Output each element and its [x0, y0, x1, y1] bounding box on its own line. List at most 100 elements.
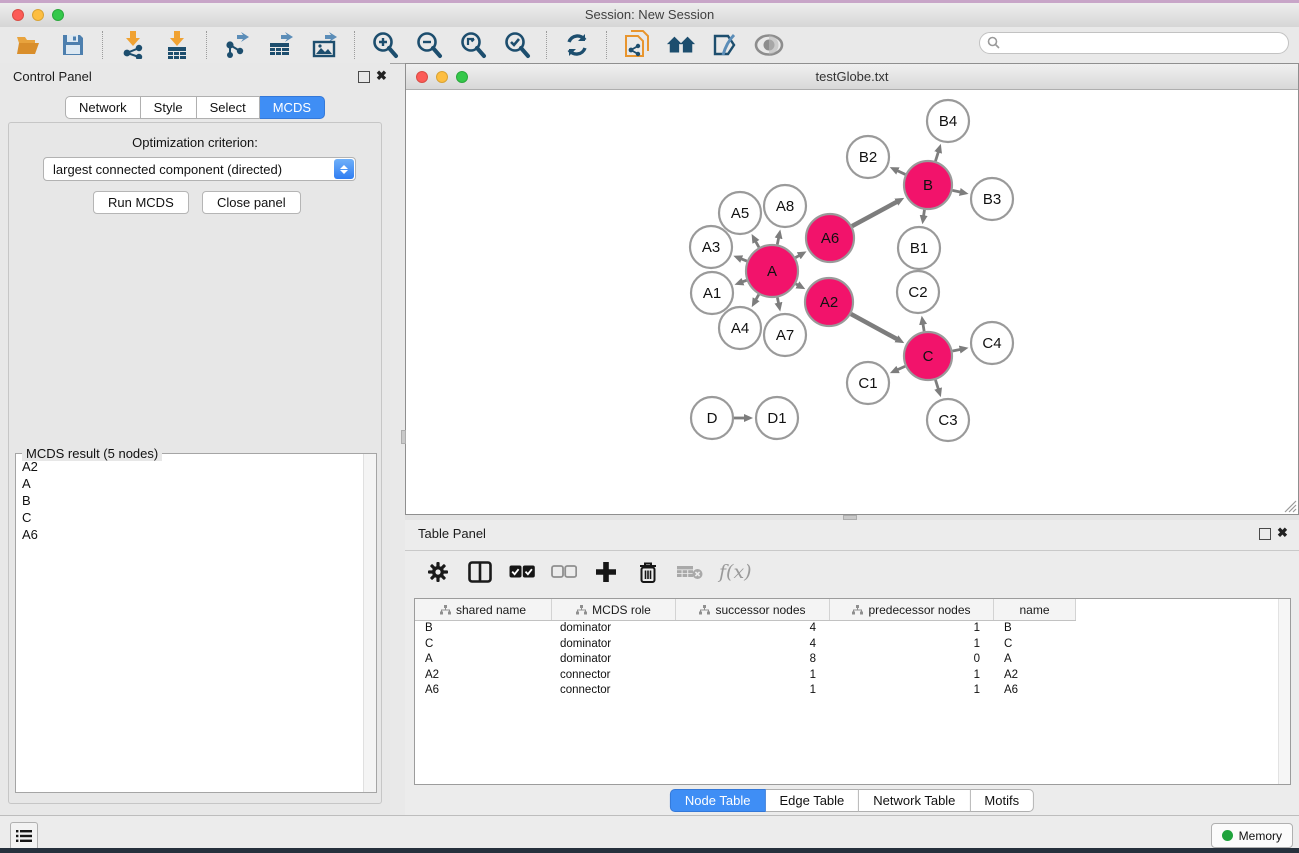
mcds-result-item[interactable]: C	[16, 509, 364, 526]
table-cell[interactable]: A2	[994, 668, 1076, 684]
table-cell[interactable]: A	[415, 652, 552, 668]
table-cell[interactable]: connector	[552, 668, 676, 684]
network-window-titlebar[interactable]: testGlobe.txt	[406, 64, 1298, 90]
table-cell[interactable]: 4	[676, 637, 830, 653]
tab-network-table[interactable]: Network Table	[859, 789, 970, 812]
table-cell[interactable]: A6	[994, 683, 1076, 699]
table-cell[interactable]: dominator	[552, 652, 676, 668]
save-session-icon[interactable]	[58, 30, 88, 60]
table-cell[interactable]: connector	[552, 683, 676, 699]
table-cell[interactable]: 1	[830, 683, 994, 699]
graph-edge[interactable]	[897, 366, 905, 370]
hide-labels-icon[interactable]	[710, 30, 740, 60]
table-cell[interactable]: dominator	[552, 637, 676, 653]
tab-motifs[interactable]: Motifs	[970, 789, 1034, 812]
table-cell[interactable]: B	[415, 621, 552, 637]
zoom-selected-icon[interactable]	[502, 30, 532, 60]
graph-edge[interactable]	[924, 210, 925, 217]
table-row[interactable]: Adominator80A	[415, 652, 1290, 668]
table-cell[interactable]: 1	[676, 683, 830, 699]
select-all-checks-icon[interactable]	[509, 559, 535, 585]
mcds-result-item[interactable]: B	[16, 492, 364, 509]
table-scrollbar[interactable]	[1278, 599, 1290, 784]
graph-edge[interactable]	[897, 171, 905, 175]
optimization-criterion-select[interactable]: largest connected component (directed)	[43, 157, 356, 181]
mcds-result-scrollbar[interactable]	[363, 454, 376, 792]
import-network-icon[interactable]	[118, 30, 148, 60]
table-cell[interactable]: dominator	[552, 621, 676, 637]
graph-edge[interactable]	[935, 152, 938, 162]
split-handle-left[interactable]	[401, 430, 406, 444]
graph-edge[interactable]	[777, 297, 778, 303]
close-panel-icon[interactable]: ✖	[376, 68, 387, 84]
zoom-in-icon[interactable]	[370, 30, 400, 60]
graph-edge[interactable]	[952, 349, 960, 351]
export-table-icon[interactable]	[266, 30, 296, 60]
table-cell[interactable]: C	[415, 637, 552, 653]
table-cell[interactable]: A	[994, 652, 1076, 668]
table-cell[interactable]: 1	[830, 621, 994, 637]
node-table[interactable]: shared name MCDS role successor nodes pr…	[414, 598, 1291, 785]
column-header-predecessor-nodes[interactable]: predecessor nodes	[830, 599, 994, 620]
table-cell[interactable]: 4	[676, 621, 830, 637]
float-table-panel-icon[interactable]	[1259, 528, 1271, 540]
column-header-mcds-role[interactable]: MCDS role	[552, 599, 676, 620]
network-canvas[interactable]: B4B2BB3A5A8A6A3B1AA1C2A2A4A7C4CC1C3DD1	[406, 90, 1298, 514]
mcds-result-list[interactable]: A2ABCA6	[16, 458, 364, 792]
table-cell[interactable]: A2	[415, 668, 552, 684]
table-cell[interactable]: 1	[830, 637, 994, 653]
table-cell[interactable]: 0	[830, 652, 994, 668]
refresh-layout-icon[interactable]	[562, 30, 592, 60]
graph-edge[interactable]	[742, 280, 747, 282]
graph-edge[interactable]	[741, 259, 747, 261]
task-history-button[interactable]	[10, 822, 38, 850]
mcds-result-item[interactable]: A2	[16, 458, 364, 475]
open-session-icon[interactable]	[14, 30, 44, 60]
tab-mcds[interactable]: MCDS	[260, 96, 325, 119]
search-input[interactable]	[979, 32, 1289, 54]
tab-style[interactable]: Style	[141, 96, 197, 119]
apply-function-icon[interactable]: f(x)	[719, 561, 752, 583]
graph-edge[interactable]	[935, 380, 938, 390]
tab-network[interactable]: Network	[65, 96, 141, 119]
table-settings-gear-icon[interactable]	[425, 559, 451, 585]
table-cell[interactable]: 1	[830, 668, 994, 684]
graph-edge[interactable]	[756, 295, 759, 301]
table-cell[interactable]: 1	[676, 668, 830, 684]
add-column-icon[interactable]	[593, 559, 619, 585]
table-row[interactable]: A6connector11A6	[415, 683, 1290, 699]
table-cell[interactable]: 8	[676, 652, 830, 668]
graph-edge[interactable]	[777, 237, 778, 244]
node-table-body[interactable]: Bdominator41BCdominator41CAdominator80AA…	[415, 621, 1290, 699]
graph-edge[interactable]	[952, 190, 960, 192]
tab-edge-table[interactable]: Edge Table	[765, 789, 859, 812]
table-row[interactable]: A2connector11A2	[415, 668, 1290, 684]
table-cell[interactable]: B	[994, 621, 1076, 637]
memory-button[interactable]: Memory	[1211, 823, 1293, 848]
delete-columns-trash-icon[interactable]	[635, 559, 661, 585]
tab-node-table[interactable]: Node Table	[670, 789, 766, 812]
column-header-shared-name[interactable]: shared name	[415, 599, 552, 620]
select-columns-icon[interactable]	[467, 559, 493, 585]
graph-edge[interactable]	[851, 314, 897, 339]
table-cell[interactable]: A6	[415, 683, 552, 699]
graph-edge[interactable]	[755, 241, 758, 247]
window-resize-grip[interactable]	[1283, 500, 1297, 513]
mcds-result-item[interactable]: A6	[16, 526, 364, 543]
run-mcds-button[interactable]: Run MCDS	[93, 191, 189, 214]
show-graphics-details-icon[interactable]	[754, 30, 784, 60]
network-snapshot-icon[interactable]	[622, 30, 652, 60]
column-header-name[interactable]: name	[994, 599, 1076, 620]
graph-edge[interactable]	[852, 202, 897, 226]
zoom-fit-icon[interactable]	[458, 30, 488, 60]
import-table-icon[interactable]	[162, 30, 192, 60]
table-cell[interactable]: C	[994, 637, 1076, 653]
close-panel-button[interactable]: Close panel	[202, 191, 301, 214]
tab-select[interactable]: Select	[197, 96, 260, 119]
graph-edge[interactable]	[795, 255, 799, 257]
table-row[interactable]: Cdominator41C	[415, 637, 1290, 653]
home-view-icon[interactable]	[666, 30, 696, 60]
zoom-out-icon[interactable]	[414, 30, 444, 60]
deselect-all-checks-icon[interactable]	[551, 559, 577, 585]
close-table-panel-icon[interactable]: ✖	[1277, 525, 1288, 541]
